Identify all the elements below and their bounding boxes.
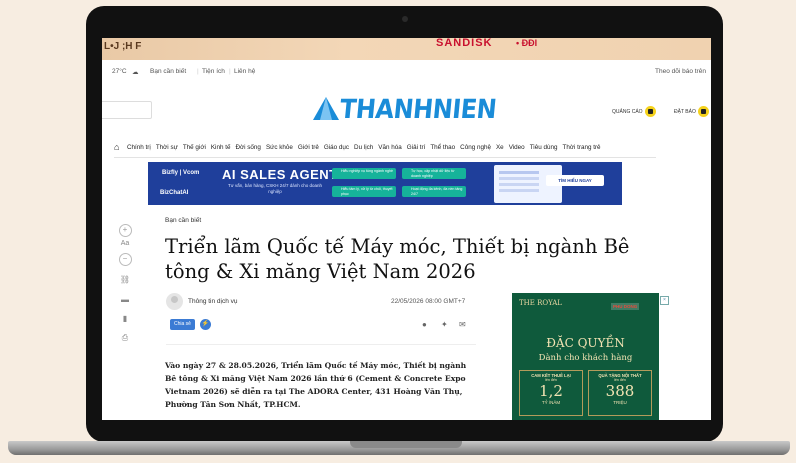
share-button[interactable]: Chia sẻ [170, 319, 195, 330]
ad-feature: Tự học, cập nhật dữ liệu từ doanh nghiệp [402, 168, 466, 179]
ai-sales-agent-ad[interactable]: Bizfly | Vcom BizChatAI AI SALES AGENT T… [148, 162, 622, 205]
ads-button[interactable]: QUẢNG CÁO [612, 106, 656, 117]
nav-item[interactable]: Sức khỏe [266, 144, 293, 151]
article-title: Triển lãm Quốc tế Máy móc, Thiết bị ngàn… [165, 235, 630, 283]
nav-item[interactable]: Du lịch [354, 144, 373, 151]
bookmark-icon[interactable]: ▮ [115, 314, 135, 323]
ad-title: AI SALES AGENT [222, 167, 338, 182]
ad-brand-secondary: PHU DONG [611, 303, 640, 310]
nav-item[interactable]: Thể thao [430, 144, 455, 151]
font-size-icon[interactable]: Aa [115, 240, 135, 247]
ad-feature: Hiểu tâm lý, xử lý từ chối, thuyết phục [332, 186, 396, 197]
follow-link[interactable]: Theo dõi báo trên [655, 68, 706, 75]
nav-divider [114, 157, 656, 158]
util-link-contact[interactable]: Liên hệ [234, 68, 255, 75]
megaphone-icon [644, 106, 656, 117]
top-ad-banner[interactable]: L•J ;H F SANDISK • ĐĐI [102, 38, 711, 60]
nav-item[interactable]: Giáo dục [324, 144, 349, 151]
utility-bar: › 27°C ☁ Bạn cần biết Tiện ích Liên hệ |… [102, 65, 711, 79]
article-author[interactable]: Thông tin dịch vụ [188, 298, 238, 305]
ad-offer-unit: TRIỆU [613, 400, 627, 405]
site-logo[interactable]: THANHNIEN [312, 93, 498, 125]
avatar [166, 293, 183, 310]
article-date: 22/05/2026 08:00 GMT+7 [391, 298, 466, 305]
subscribe-button[interactable]: ĐẶT BÁO [674, 106, 709, 117]
laptop-base [8, 441, 790, 455]
ad-logo-bizfly: Bizfly | Vcom [162, 170, 200, 176]
nav-item[interactable]: Video [509, 144, 525, 151]
ad-offer-box: CAM KẾT THUÊ LẠI lên đến 1,2 TỶ /NĂM [519, 370, 583, 416]
divider: | [197, 68, 199, 75]
nav-item[interactable]: Chính trị [127, 144, 151, 151]
nav-item[interactable]: Thời trang trẻ [562, 144, 600, 151]
logo-text: THANHNIEN [338, 93, 498, 125]
camera-icon [402, 16, 408, 22]
nav-item[interactable]: Kinh tế [211, 144, 231, 151]
zoom-in-icon[interactable]: + [115, 224, 135, 237]
chat-icon[interactable]: ● [422, 320, 427, 329]
nav-item[interactable]: Văn hóa [378, 144, 401, 151]
logo-mark-icon [313, 97, 339, 120]
banner-brand: SANDISK [436, 38, 493, 49]
nav-item[interactable]: Tiêu dùng [530, 144, 558, 151]
ad-brand: THE ROYAL [519, 299, 562, 307]
ad-subtitle: Tư vấn, bán hàng, CSKH 24/7 dành cho doa… [227, 183, 323, 194]
nav-items: Chính trị Thời sự Thế giới Kinh tế Đời s… [127, 144, 601, 151]
weather-temp: 27°C [112, 68, 127, 75]
newspaper-icon [697, 106, 709, 117]
ad-cta-button[interactable]: TÌM HIỂU NGAY [546, 175, 604, 186]
ad-feature: Hoạt động đa kênh, đa nền tảng 24/7 [402, 186, 466, 197]
messenger-icon[interactable]: ⚡ [200, 319, 211, 330]
util-link-need-to-know[interactable]: Bạn cần biết [150, 68, 186, 75]
nav-item[interactable]: Giới trẻ [298, 144, 319, 151]
cloud-icon: ☁ [132, 69, 139, 76]
the-royal-ad[interactable]: THE ROYAL PHU DONG ĐẶC QUYỀN Dành cho kh… [512, 293, 659, 420]
ad-offer-box: QUÀ TẶNG NỘI THẤT lên đến 388 TRIỆU [588, 370, 652, 416]
nav-item[interactable]: Công nghệ [460, 144, 491, 151]
banner-tag: • ĐĐI [516, 38, 538, 48]
browser-screen: L•J ;H F SANDISK • ĐĐI › 27°C ☁ Bạn cần … [102, 38, 711, 420]
ad-logo-bizchat: BizChatAI [160, 190, 189, 196]
nav-item[interactable]: Xe [496, 144, 504, 151]
twitter-icon[interactable]: ✦ [441, 320, 448, 329]
home-icon[interactable]: ⌂ [114, 142, 119, 152]
comment-icon[interactable]: ▬ [115, 295, 135, 304]
search-input[interactable] [102, 101, 152, 119]
main-nav: ⌂ Chính trị Thời sự Thế giới Kinh tế Đời… [114, 142, 674, 154]
util-link-utilities[interactable]: Tiện ích [202, 68, 225, 75]
ad-headline: ĐẶC QUYỀN [546, 336, 625, 350]
ad-offer-number: 388 [605, 382, 635, 400]
nav-item[interactable]: Thời sự [156, 144, 178, 151]
ad-feature: Hiểu nghiệp vụ tùng ngành nghề [332, 168, 396, 179]
ad-offer-number: 1,2 [539, 382, 563, 400]
divider: | [229, 68, 231, 75]
ad-close-icon[interactable]: × [660, 296, 669, 305]
divider [166, 344, 476, 345]
zoom-out-icon[interactable]: − [115, 253, 135, 266]
laptop-notch [350, 441, 462, 448]
nav-item[interactable]: Giải trí [407, 144, 426, 151]
breadcrumb[interactable]: Bạn cần biết [165, 217, 201, 224]
ads-label: QUẢNG CÁO [612, 108, 643, 115]
subscribe-label: ĐẶT BÁO [674, 108, 696, 115]
article-lead: Vào ngày 27 & 28.05.2026, Triển lãm Quốc… [165, 361, 467, 409]
link-icon[interactable]: ⛓ [115, 275, 135, 284]
banner-left-text: L•J ;H F [104, 41, 142, 52]
nav-item[interactable]: Thế giới [183, 144, 206, 151]
mail-icon[interactable]: ✉ [459, 320, 466, 329]
ad-offer-unit: TỶ /NĂM [541, 400, 561, 405]
print-icon[interactable]: ⎙ [115, 333, 135, 343]
ad-subline: Dành cho khách hàng [538, 353, 633, 363]
nav-item[interactable]: Đời sống [235, 144, 260, 151]
